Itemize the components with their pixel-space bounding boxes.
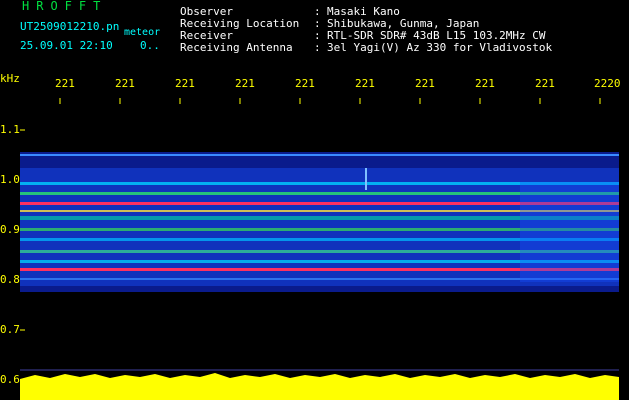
y-axis-unit: kHz [0, 72, 20, 85]
y-tick-label: 1.0 [0, 173, 20, 186]
app-logo: HROFFT [22, 0, 108, 13]
info-colon: : [314, 41, 321, 54]
header-panel: HROFFT UT2509012210.pn meteor 25.09.01 2… [0, 0, 175, 60]
x-tick-marks [59, 98, 601, 104]
info-value-antenna: 3el Yagi(V) Az 330 for Vladivostok [327, 41, 553, 54]
x-tick-label: 221 [355, 77, 375, 90]
y-tick-label: 1.1 [0, 123, 20, 136]
x-tick-label: 221 [535, 77, 555, 90]
file-name: UT2509012210.pn [20, 20, 120, 33]
spectrogram-plot [20, 98, 619, 400]
mode-label: meteor [124, 27, 161, 38]
x-tick-label: 221 [475, 77, 495, 90]
y-tick-label: 0.9 [0, 223, 20, 236]
x-tick-label: 221 [55, 77, 75, 90]
y-tick-label: 0.7 [0, 323, 20, 336]
x-tick-label: 2220 [594, 77, 621, 90]
x-tick-label: 221 [175, 77, 195, 90]
y-tick-label: 0.6 [0, 373, 20, 386]
info-label-antenna: Receiving Antenna [180, 41, 293, 54]
x-tick-label: 221 [295, 77, 315, 90]
noise-floor-edge [20, 373, 619, 379]
x-tick-label: 221 [235, 77, 255, 90]
noise-floor [20, 379, 619, 400]
speed-value: 0.. [140, 39, 160, 52]
x-tick-label: 221 [115, 77, 135, 90]
date-time: 25.09.01 22:10 [20, 39, 113, 52]
y-tick-label: 0.8 [0, 273, 20, 286]
x-tick-label: 221 [415, 77, 435, 90]
